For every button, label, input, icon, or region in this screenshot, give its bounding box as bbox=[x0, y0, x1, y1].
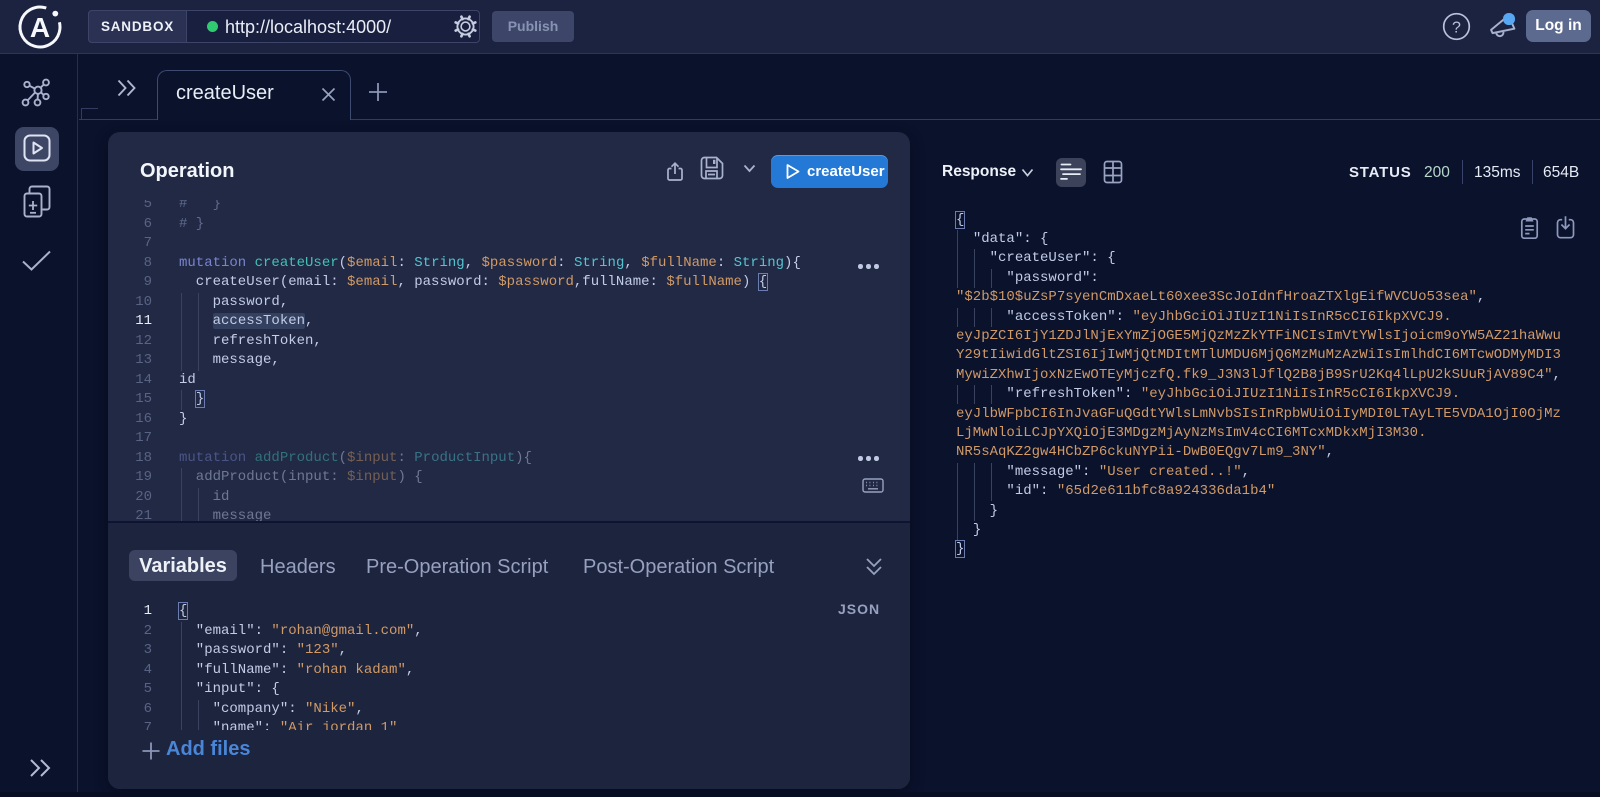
svg-text:?: ? bbox=[1452, 20, 1461, 37]
svg-text:A: A bbox=[30, 12, 50, 43]
